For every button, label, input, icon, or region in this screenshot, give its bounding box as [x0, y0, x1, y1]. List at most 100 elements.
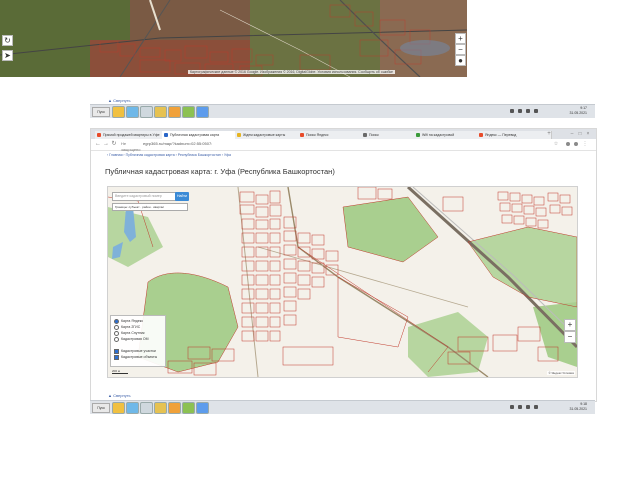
scale-bar: 200 м — [112, 369, 128, 374]
url-field[interactable]: egrp365.ru/map/?kadnum=02:55:0507: — [143, 141, 543, 147]
map-attribution: Картографические данные © 2016 Google. И… — [188, 70, 395, 74]
satellite-map[interactable]: ↻ ➤ + − ● Картографические данные © 2016… — [0, 0, 467, 77]
language-icon[interactable] — [534, 109, 538, 113]
satellite-imagery — [0, 0, 467, 77]
forward-icon[interactable]: → — [103, 141, 109, 147]
layer-select[interactable]: Границы: субъект · район · квартал — [112, 203, 188, 211]
tab-label: Публичная кадастровая карта — [170, 133, 220, 137]
layer-panel: Карта Яндекс Карта 2ГИС Карта Спутник Ка… — [110, 315, 166, 367]
maximize-icon[interactable]: □ — [577, 131, 583, 137]
minimize-icon[interactable]: – — [569, 131, 575, 137]
radio-icon — [114, 330, 119, 336]
start-button[interactable]: Пуск — [92, 403, 110, 413]
chrome-icon[interactable] — [112, 106, 125, 118]
tray-icon[interactable] — [510, 109, 514, 113]
folder-icon[interactable] — [154, 106, 167, 118]
taskbar-clock[interactable]: 9:18 31.05.2021 — [569, 402, 587, 412]
app-icon-2[interactable] — [182, 402, 195, 414]
volume-icon[interactable] — [526, 109, 530, 113]
firefox-icon[interactable] — [168, 106, 181, 118]
layer-label: Карта 2ГИС — [121, 325, 141, 329]
network-icon[interactable] — [518, 405, 522, 409]
start-button[interactable]: Пуск — [92, 107, 110, 117]
zoom-in-button[interactable]: + — [455, 33, 466, 44]
map-attribution: © Яндекс Условия — [547, 371, 575, 375]
favicon-icon — [363, 133, 367, 137]
checkbox-icon — [114, 354, 119, 360]
volume-icon[interactable] — [526, 405, 530, 409]
menu-icon[interactable]: ⋮ — [582, 141, 588, 147]
extension-icon[interactable] — [566, 142, 570, 146]
app-icon[interactable] — [140, 106, 153, 118]
word-icon[interactable] — [196, 402, 209, 414]
firefox-icon[interactable] — [168, 402, 181, 414]
checkbox-icon — [114, 348, 119, 354]
reload-icon[interactable]: ↻ — [111, 141, 117, 147]
address-bar: ← → ↻ Не защищено egrp365.ru/map/?kadnum… — [91, 139, 596, 152]
zoom-out-button[interactable]: − — [564, 331, 576, 343]
new-tab-button[interactable]: + — [546, 131, 552, 137]
layer-label: Кадастровые участки — [121, 349, 156, 353]
breadcrumb[interactable]: ‹ Главная › Публичная кадастровая карта … — [107, 153, 231, 157]
radio-icon — [114, 336, 119, 342]
radio-icon — [114, 318, 119, 324]
network-icon[interactable] — [518, 109, 522, 113]
tab-label: Яндекс — Перевод — [485, 133, 517, 137]
taskbar-top: Пуск 9:17 31.05.2021 — [90, 104, 595, 118]
back-icon[interactable]: ← — [95, 141, 101, 147]
layer-label: Кадастровая ОМ — [121, 337, 149, 341]
security-indicator[interactable]: Не защищено — [121, 141, 141, 152]
cadastral-map-canvas — [108, 187, 577, 377]
cadastral-map[interactable]: Введите кадастровый номер Найти Границы:… — [107, 186, 578, 378]
language-icon[interactable] — [534, 405, 538, 409]
tab-2[interactable]: Ждем кадастровые карты — [235, 131, 306, 139]
layer-label: Кадастровые объекты — [121, 355, 158, 359]
favicon-icon — [479, 133, 483, 137]
word-icon[interactable] — [196, 106, 209, 118]
app-icon-2[interactable] — [182, 106, 195, 118]
taskbar-clock[interactable]: 9:17 31.05.2021 — [569, 106, 587, 116]
favicon-icon — [416, 133, 420, 137]
layer-option[interactable]: Кадастровая ОМ — [114, 336, 149, 342]
clock-date: 31.05.2021 — [569, 111, 587, 115]
chrome-icon[interactable] — [112, 402, 125, 414]
tab-3[interactable]: Поиск Яндекс — [298, 131, 369, 139]
favicon-icon — [237, 133, 241, 137]
folder-icon[interactable] — [154, 402, 167, 414]
tab-label: Wifi на кадастровой — [422, 133, 455, 137]
explorer-icon[interactable] — [126, 106, 139, 118]
profile-icon[interactable] — [574, 142, 578, 146]
favicon-icon — [300, 133, 304, 137]
search-input[interactable]: Введите кадастровый номер — [112, 192, 176, 201]
tab-1[interactable]: Публичная кадастровая карта — [162, 131, 243, 139]
page-title: Публичная кадастровая карта: г. Уфа (Рес… — [105, 167, 335, 176]
pegman-icon[interactable]: ● — [455, 55, 466, 66]
collapse-link-top[interactable]: ▲ Свернуть — [108, 98, 131, 103]
clock-date: 31.05.2021 — [569, 407, 587, 411]
tab-5[interactable]: Wifi на кадастровой — [414, 131, 485, 139]
tab-6[interactable]: Яндекс — Перевод — [477, 131, 552, 139]
tray-icon[interactable] — [510, 405, 514, 409]
favicon-icon — [164, 133, 168, 137]
explorer-icon[interactable] — [126, 402, 139, 414]
app-icon[interactable] — [140, 402, 153, 414]
browser-window: Прямой продажей квартиры в Уфе Публичная… — [90, 128, 597, 402]
map-type-icon[interactable]: ↻ — [2, 35, 13, 46]
favicon-icon — [97, 133, 101, 137]
layer-label: Карта Яндекс — [121, 319, 144, 323]
tab-0[interactable]: Прямой продажей квартиры в Уфе — [95, 131, 170, 139]
compass-icon[interactable]: ➤ — [2, 50, 13, 61]
tab-4[interactable]: Поиск — [361, 131, 422, 139]
radio-icon — [114, 324, 119, 330]
find-button[interactable]: Найти — [175, 192, 189, 201]
zoom-out-button[interactable]: − — [455, 44, 466, 55]
zoom-in-button[interactable]: + — [564, 319, 576, 331]
tab-label: Прямой продажей квартиры в Уфе — [103, 133, 160, 137]
collapse-link-bottom[interactable]: ▲ Свернуть — [108, 393, 131, 398]
taskbar-bottom: Пуск 9:18 31.05.2021 — [90, 400, 595, 414]
tab-bar: Прямой продажей квартиры в Уфе Публичная… — [91, 129, 596, 139]
layer-checkbox[interactable]: Кадастровые объекты — [114, 354, 157, 360]
close-icon[interactable]: × — [585, 131, 591, 137]
tab-label: Поиск Яндекс — [306, 133, 329, 137]
bookmark-star-icon[interactable]: ☆ — [553, 141, 559, 147]
